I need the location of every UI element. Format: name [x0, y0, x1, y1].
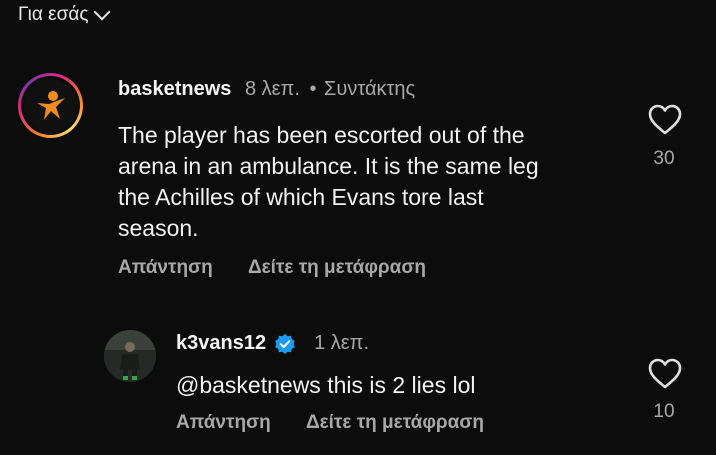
like-count: 30	[653, 148, 675, 169]
comment-username[interactable]: k3vans12	[176, 332, 266, 355]
comment-text-line: arena in an ambulance. It is the same le…	[118, 153, 539, 179]
comment-time: 1 λεπ.	[314, 332, 370, 354]
see-translation-button[interactable]: Δείτε τη μετάφραση	[306, 412, 484, 433]
author-role-badge: Συντάκτης	[324, 78, 416, 100]
player-photo-icon	[104, 330, 156, 382]
comment-text: @basketnews this is 2 lies lol	[176, 372, 476, 398]
comment-username[interactable]: basketnews	[118, 78, 231, 100]
avatar-basketnews[interactable]	[18, 73, 83, 138]
heart-icon[interactable]	[648, 358, 682, 390]
reply-button[interactable]: Απάντηση	[118, 257, 213, 278]
like-count: 10	[653, 401, 675, 422]
reply-button[interactable]: Απάντηση	[176, 412, 271, 433]
comment-text: The player has been escorted out of the …	[118, 120, 638, 244]
comment-basketnews: basketnews 8 λεπ. • Συντάκτης The player…	[0, 0, 716, 300]
avatar-k3vans12[interactable]	[104, 330, 156, 382]
see-translation-button[interactable]: Δείτε τη μετάφραση	[248, 257, 426, 278]
comment-text-line: season.	[118, 215, 199, 241]
comment-text-line: The player has been escorted out of the	[118, 122, 525, 148]
comment-text-line: the Achilles of which Evans tore last	[118, 184, 484, 210]
meta-separator: •	[309, 78, 317, 100]
comment-time: 8 λεπ.	[244, 78, 300, 100]
basketnews-logo-icon	[36, 90, 65, 120]
verified-badge-icon	[275, 333, 295, 354]
comment-k3vans12: k3vans12 1 λεπ. @basketnews this is 2 li…	[0, 300, 716, 455]
heart-icon[interactable]	[648, 104, 682, 136]
